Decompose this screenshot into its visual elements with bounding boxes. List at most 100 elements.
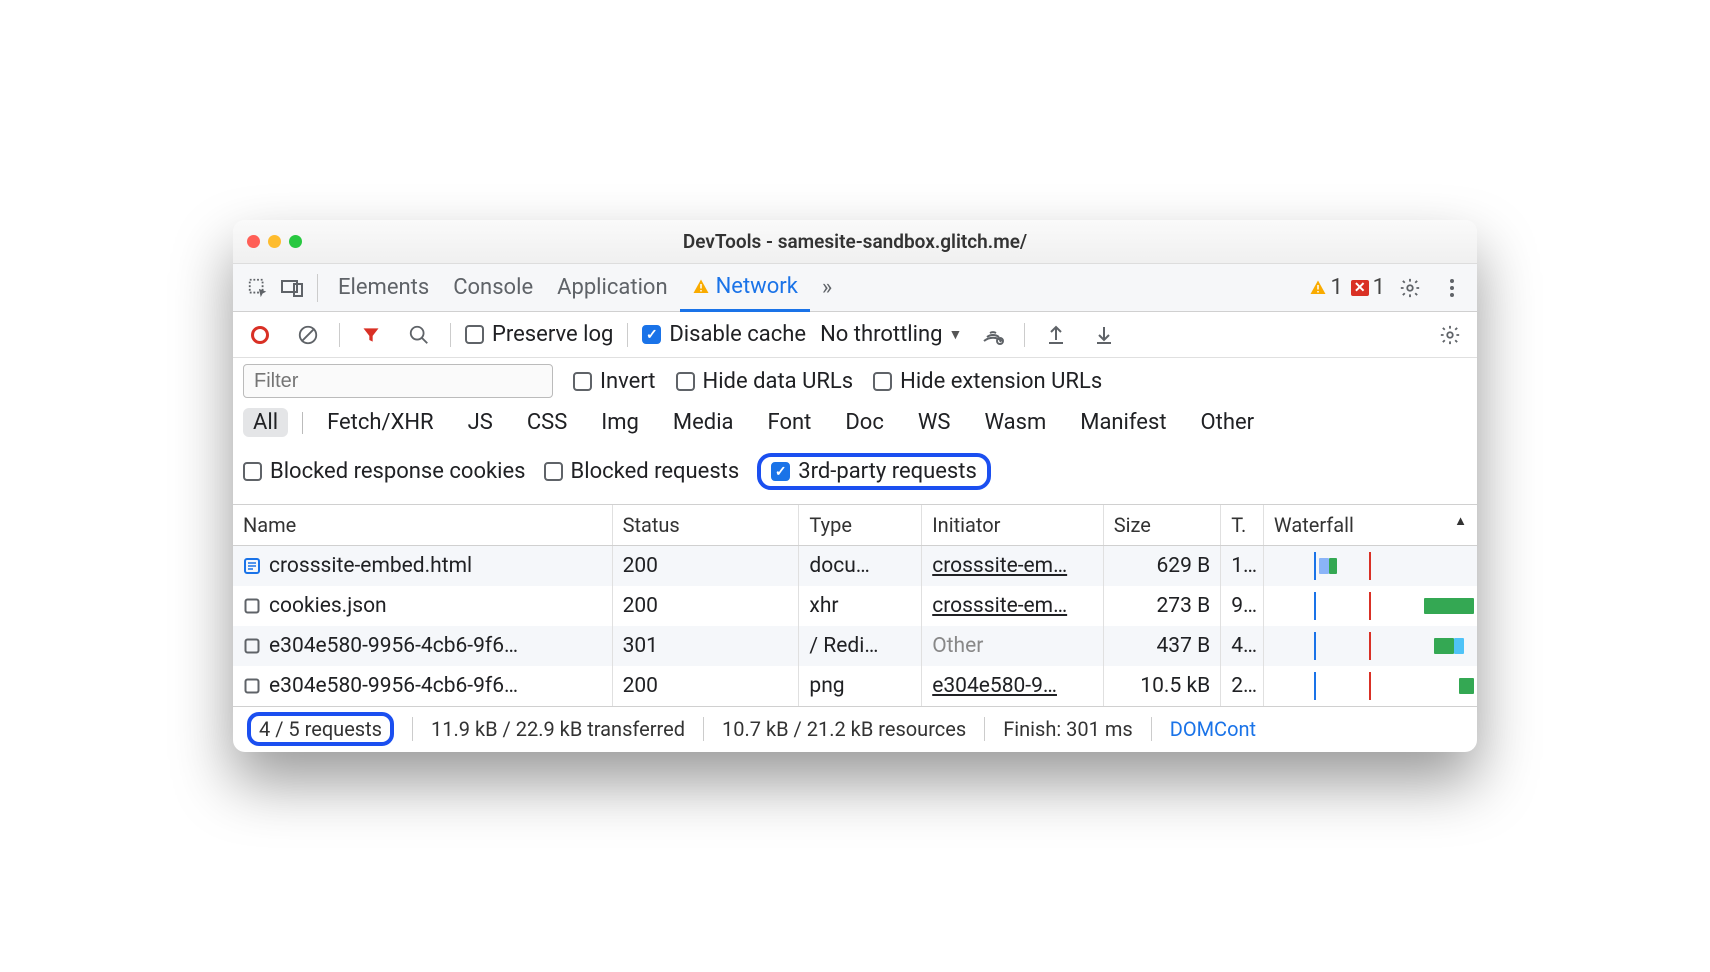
checkbox-icon xyxy=(873,372,892,391)
col-waterfall[interactable]: Waterfall▲ xyxy=(1263,505,1477,545)
request-name: cookies.json xyxy=(269,594,387,618)
device-icon[interactable] xyxy=(275,271,309,305)
col-status[interactable]: Status xyxy=(612,505,799,545)
request-status: 200 xyxy=(612,545,799,586)
filter-row: Invert Hide data URLs Hide extension URL… xyxy=(233,358,1477,404)
blocked-cookies-checkbox[interactable]: Blocked response cookies xyxy=(243,459,526,484)
type-ws[interactable]: WS xyxy=(908,408,961,437)
file-icon xyxy=(243,677,261,695)
request-waterfall xyxy=(1263,626,1477,666)
tab-console[interactable]: Console xyxy=(441,264,545,311)
checkbox-icon xyxy=(771,462,790,481)
record-button[interactable] xyxy=(243,318,277,352)
col-initiator[interactable]: Initiator xyxy=(922,505,1104,545)
checkbox-icon xyxy=(465,325,484,344)
tab-network[interactable]: Network xyxy=(680,265,810,312)
file-icon xyxy=(243,597,261,615)
filter-input[interactable] xyxy=(243,364,553,398)
request-time: 1.. xyxy=(1221,545,1264,586)
blocked-requests-checkbox[interactable]: Blocked requests xyxy=(544,459,740,484)
transferred-size: 11.9 kB / 22.9 kB transferred xyxy=(431,717,685,741)
col-size[interactable]: Size xyxy=(1103,505,1220,545)
col-type[interactable]: Type xyxy=(799,505,922,545)
resources-size: 10.7 kB / 21.2 kB resources xyxy=(722,717,966,741)
preserve-log-checkbox[interactable]: Preserve log xyxy=(465,322,613,347)
table-row[interactable]: cookies.json 200 xhr crosssite-em… 273 B… xyxy=(233,586,1477,626)
col-name[interactable]: Name xyxy=(233,505,612,545)
request-type: / Redi… xyxy=(799,626,922,666)
titlebar: DevTools - samesite-sandbox.glitch.me/ xyxy=(233,220,1477,264)
table-row[interactable]: e304e580-9956-4cb6-9f6… 200 png e304e580… xyxy=(233,666,1477,706)
type-manifest[interactable]: Manifest xyxy=(1070,408,1176,437)
sort-asc-icon: ▲ xyxy=(1454,513,1467,529)
request-initiator[interactable]: crosssite-em… xyxy=(922,545,1104,586)
network-conditions-icon[interactable] xyxy=(976,318,1010,352)
type-wasm[interactable]: Wasm xyxy=(974,408,1056,437)
tab-application[interactable]: Application xyxy=(545,264,679,311)
devtools-window: DevTools - samesite-sandbox.glitch.me/ E… xyxy=(233,220,1477,752)
request-initiator[interactable]: Other xyxy=(922,626,1104,666)
type-img[interactable]: Img xyxy=(591,408,649,437)
request-type: png xyxy=(799,666,922,706)
type-font[interactable]: Font xyxy=(758,408,822,437)
warning-icon xyxy=(1309,279,1327,297)
request-size: 437 B xyxy=(1103,626,1220,666)
filter-icon[interactable] xyxy=(354,318,388,352)
warning-count[interactable]: 1 xyxy=(1309,275,1343,300)
request-initiator[interactable]: e304e580-9… xyxy=(922,666,1104,706)
type-js[interactable]: JS xyxy=(458,408,503,437)
panel-settings-icon[interactable] xyxy=(1433,318,1467,352)
hide-extension-urls-checkbox[interactable]: Hide extension URLs xyxy=(873,369,1102,394)
third-party-highlight: 3rd-party requests xyxy=(757,453,991,490)
status-bar: 4 / 5 requests 11.9 kB / 22.9 kB transfe… xyxy=(233,706,1477,752)
invert-checkbox[interactable]: Invert xyxy=(573,369,656,394)
type-fetch-xhr[interactable]: Fetch/XHR xyxy=(317,408,444,437)
disable-cache-checkbox[interactable]: Disable cache xyxy=(642,322,806,347)
clear-button[interactable] xyxy=(291,318,325,352)
error-count[interactable]: ✕ 1 xyxy=(1351,275,1385,300)
type-all[interactable]: All xyxy=(243,408,288,437)
hide-data-urls-checkbox[interactable]: Hide data URLs xyxy=(676,369,854,394)
warning-icon xyxy=(692,278,710,296)
requests-count: 4 / 5 requests xyxy=(259,717,382,741)
settings-icon[interactable] xyxy=(1393,271,1427,305)
request-size: 273 B xyxy=(1103,586,1220,626)
requests-count-highlight: 4 / 5 requests xyxy=(247,712,394,746)
col-time[interactable]: T. xyxy=(1221,505,1264,545)
checkbox-icon xyxy=(642,325,661,344)
table-row[interactable]: e304e580-9956-4cb6-9f6… 301 / Redi… Othe… xyxy=(233,626,1477,666)
request-status: 200 xyxy=(612,586,799,626)
request-name: e304e580-9956-4cb6-9f6… xyxy=(269,634,518,658)
request-time: 9.. xyxy=(1221,586,1264,626)
upload-har-icon[interactable] xyxy=(1039,318,1073,352)
third-party-checkbox[interactable]: 3rd-party requests xyxy=(771,459,977,484)
inspect-icon[interactable] xyxy=(241,271,275,305)
type-other[interactable]: Other xyxy=(1191,408,1265,437)
close-icon[interactable] xyxy=(247,235,260,248)
download-har-icon[interactable] xyxy=(1087,318,1121,352)
request-waterfall xyxy=(1263,666,1477,706)
chevron-down-icon: ▼ xyxy=(948,326,962,343)
tab-elements[interactable]: Elements xyxy=(326,264,441,311)
maximize-icon[interactable] xyxy=(289,235,302,248)
network-toolbar: Preserve log Disable cache No throttling… xyxy=(233,312,1477,358)
more-filters: Blocked response cookies Blocked request… xyxy=(233,447,1477,505)
error-icon: ✕ xyxy=(1351,280,1369,296)
search-icon[interactable] xyxy=(402,318,436,352)
request-waterfall xyxy=(1263,586,1477,626)
checkbox-icon xyxy=(243,462,262,481)
type-media[interactable]: Media xyxy=(663,408,744,437)
more-icon[interactable] xyxy=(1435,271,1469,305)
throttling-select[interactable]: No throttling ▼ xyxy=(820,322,962,347)
minimize-icon[interactable] xyxy=(268,235,281,248)
panel-tabs: Elements Console Application Network » 1… xyxy=(233,264,1477,312)
request-name: crosssite-embed.html xyxy=(269,554,472,578)
type-doc[interactable]: Doc xyxy=(835,408,894,437)
request-time: 2.. xyxy=(1221,666,1264,706)
tabs-overflow[interactable]: » xyxy=(810,264,844,311)
request-initiator[interactable]: crosssite-em… xyxy=(922,586,1104,626)
request-name: e304e580-9956-4cb6-9f6… xyxy=(269,674,518,698)
table-row[interactable]: crosssite-embed.html 200 docu… crosssite… xyxy=(233,545,1477,586)
window-title: DevTools - samesite-sandbox.glitch.me/ xyxy=(233,230,1477,253)
type-css[interactable]: CSS xyxy=(517,408,577,437)
